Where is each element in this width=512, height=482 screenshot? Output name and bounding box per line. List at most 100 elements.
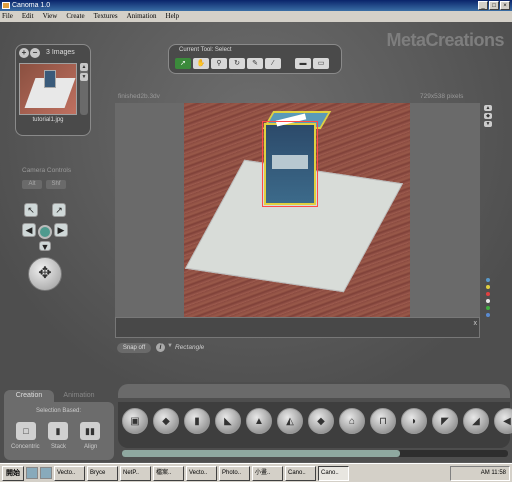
pyramid-shape-icon[interactable]: ▲ <box>246 408 272 434</box>
selection-based-label: Selection Based: <box>36 408 82 414</box>
pin-tool-icon[interactable]: ✎ <box>247 58 263 69</box>
scroll-down-icon[interactable]: ▼ <box>80 73 88 81</box>
camera-reset-icon[interactable] <box>38 225 52 239</box>
tab-creation[interactable]: Creation <box>4 390 54 402</box>
image-count: 3 Images <box>46 49 75 56</box>
brand-logo: MetaCreations <box>386 30 504 50</box>
pyramid-edge-shape-icon[interactable]: ◭ <box>277 408 303 434</box>
app-icon <box>2 2 10 9</box>
vehicle-tool-icon[interactable]: ▭ <box>313 58 329 69</box>
color-dot-lightblue[interactable] <box>486 313 490 317</box>
remove-image-button[interactable]: − <box>30 48 40 58</box>
quick-launch-browser-icon[interactable] <box>40 467 52 479</box>
strip-up-icon[interactable]: ▲ <box>484 105 492 111</box>
creation-panel: Selection Based: □ ▮ ▮▮ Concentric Stack… <box>4 402 114 460</box>
current-tool-label: Current Tool: Select <box>179 47 232 53</box>
taskbar-item[interactable]: Vecto.. <box>186 465 217 481</box>
slab-shape-icon[interactable]: ▮ <box>184 408 210 434</box>
cylinder-shape-icon[interactable]: ⌂ <box>339 408 365 434</box>
pencil-tool-icon[interactable]: ⁄ <box>265 58 281 69</box>
orbit-up-left-icon[interactable]: ↖ <box>24 203 38 217</box>
orbit-up-right-icon[interactable]: ↗ <box>52 203 66 217</box>
orbit-right-icon[interactable]: ▶ <box>54 223 68 237</box>
scroll-up-icon[interactable]: ▲ <box>80 63 88 71</box>
camera-tab-shift[interactable]: Shf <box>46 180 66 189</box>
add-image-button[interactable]: + <box>19 48 29 58</box>
color-dot-yellow[interactable] <box>486 285 490 289</box>
window-title-bar[interactable]: Canoma 1.0 _ □ × <box>0 0 512 11</box>
align-mode-icon[interactable]: ▮▮ <box>80 422 100 440</box>
image-canvas[interactable] <box>184 103 410 317</box>
close-button[interactable]: × <box>500 1 510 10</box>
orbit-down-icon[interactable]: ▼ <box>39 241 51 252</box>
thumbnail-scrollbar[interactable]: ▲ ▼ <box>80 63 88 115</box>
menu-edit[interactable]: Edit <box>22 11 34 22</box>
tray-header <box>118 384 510 398</box>
color-dot-green[interactable] <box>486 306 490 310</box>
menu-create[interactable]: Create <box>66 11 84 22</box>
wedge-alt-shape-icon[interactable]: ◤ <box>432 408 458 434</box>
menu-file[interactable]: File <box>2 11 13 22</box>
info-bar: x <box>115 317 480 338</box>
dome-shape-icon[interactable]: ◗ <box>401 408 427 434</box>
select-tool-icon[interactable]: ➚ <box>175 58 191 69</box>
concentric-label: Concentric <box>11 444 40 450</box>
taskbar-item[interactable]: Vecto.. <box>54 465 85 481</box>
window-title: Canoma 1.0 <box>12 2 51 9</box>
strip-mid-icon[interactable]: ◆ <box>484 113 492 119</box>
images-panel: + − 3 Images ▲ ▼ tutorial1.jpg <box>15 44 91 136</box>
color-dot-white[interactable] <box>486 299 490 303</box>
camera-modifier-tabs: Alt Shf <box>22 180 66 189</box>
ramp-shape-icon[interactable]: ◢ <box>463 408 489 434</box>
menu-bar: File Edit View Create Textures Animation… <box>0 11 512 22</box>
taskbar-item[interactable]: Photo.. <box>219 465 250 481</box>
menu-help[interactable]: Help <box>166 11 180 22</box>
table-shape-icon[interactable]: ◆ <box>153 408 179 434</box>
document-size: 729x538 pixels <box>420 93 464 100</box>
quick-launch-desktop-icon[interactable] <box>26 467 38 479</box>
info-icon[interactable]: i <box>156 343 165 352</box>
shape-dropdown-icon[interactable]: ▼ <box>167 343 173 349</box>
color-dot-blue[interactable] <box>486 278 490 282</box>
maximize-button[interactable]: □ <box>489 1 499 10</box>
tool-bar: Current Tool: Select ➚ ✋ ⚲ ↻ ✎ ⁄ ▬ ▭ <box>168 44 342 74</box>
taskbar-item[interactable]: Cano.. <box>285 465 316 481</box>
pan-icon[interactable]: ✥ <box>28 257 62 291</box>
strip-down-icon[interactable]: ▼ <box>484 121 492 127</box>
hand-tool-icon[interactable]: ✋ <box>193 58 209 69</box>
taskbar-item[interactable]: 小畫.. <box>252 465 283 481</box>
taskbar-item[interactable]: NetP.. <box>120 465 151 481</box>
arch-shape-icon[interactable]: ⊓ <box>370 408 396 434</box>
wall-shape-icon[interactable]: ◀ <box>494 408 512 434</box>
minimize-button[interactable]: _ <box>478 1 488 10</box>
tab-animation[interactable]: Animation <box>54 390 104 402</box>
camera-tab-alt[interactable]: Alt <box>22 180 42 189</box>
thumbnail-box <box>44 70 56 88</box>
stack-mode-icon[interactable]: ▮ <box>48 422 68 440</box>
shapes-bar: ▣ ◆ ▮ ◣ ▲ ◭ ◆ ⌂ ⊓ ◗ ◤ ◢ ◀ <box>118 402 512 448</box>
camera-tool-icon[interactable]: ▬ <box>295 58 311 69</box>
taskbar-item[interactable]: Bryce <box>87 465 118 481</box>
taskbar-item[interactable]: 檔案.. <box>153 465 184 481</box>
menu-animation[interactable]: Animation <box>127 11 157 22</box>
progress-fill <box>122 450 400 457</box>
snap-toggle-button[interactable]: Snap off <box>117 343 151 353</box>
info-bar-close-icon[interactable]: x <box>474 320 478 327</box>
start-button[interactable]: 開始 <box>2 465 24 481</box>
menu-textures[interactable]: Textures <box>94 11 118 22</box>
rotate-tool-icon[interactable]: ↻ <box>229 58 245 69</box>
selected-shape-name: Rectangle <box>175 344 205 351</box>
zoom-tool-icon[interactable]: ⚲ <box>211 58 227 69</box>
color-dot-red[interactable] <box>486 292 490 296</box>
taskbar-item-active[interactable]: Cano.. <box>318 465 349 481</box>
orbit-left-icon[interactable]: ◀ <box>22 223 36 237</box>
camera-controls-label: Camera Controls <box>22 167 72 174</box>
box-shape-icon[interactable]: ▣ <box>122 408 148 434</box>
system-clock: AM 11:58 <box>450 465 510 481</box>
concentric-mode-icon[interactable]: □ <box>16 422 36 440</box>
camera-controls: ↖ ↗ ◀ ▶ ▼ ✥ <box>20 195 72 300</box>
image-thumbnail[interactable] <box>19 63 77 115</box>
wedge-shape-icon[interactable]: ◣ <box>215 408 241 434</box>
prism-shape-icon[interactable]: ◆ <box>308 408 334 434</box>
menu-view[interactable]: View <box>43 11 58 22</box>
